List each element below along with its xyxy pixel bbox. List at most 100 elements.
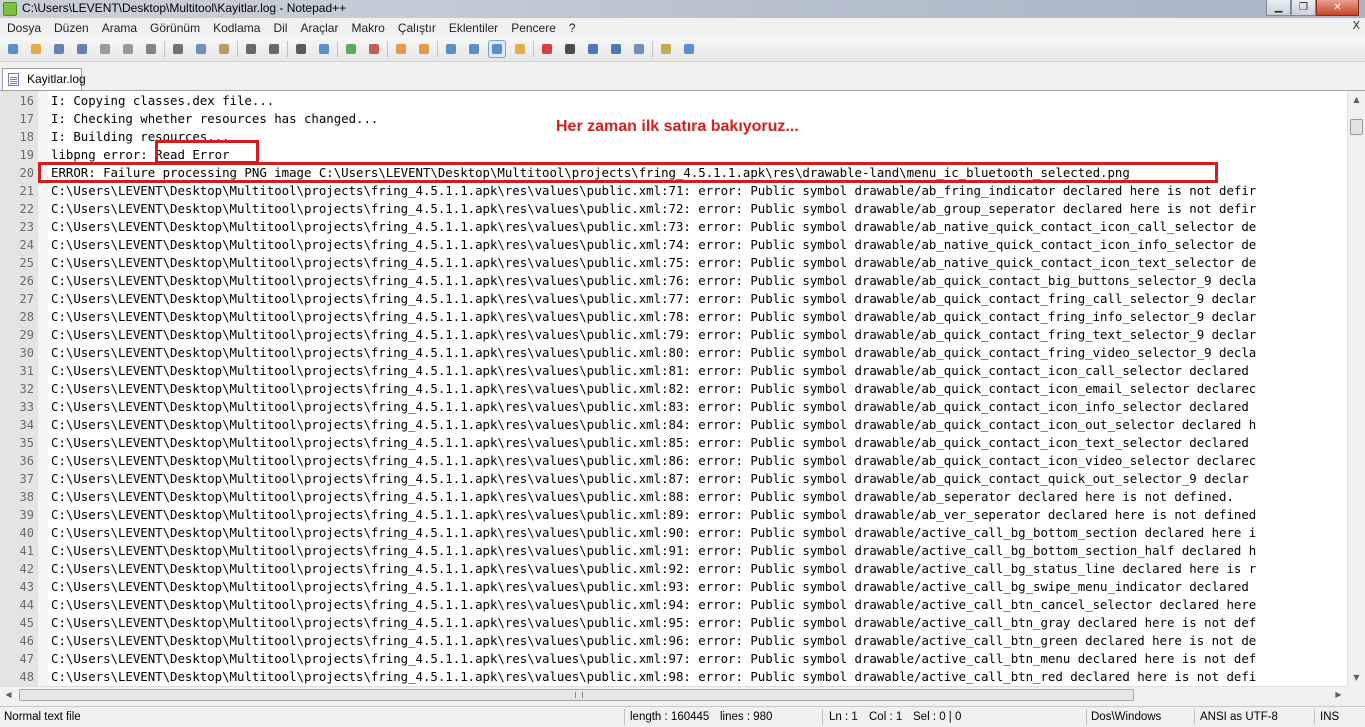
- status-separator: [624, 709, 625, 725]
- menu-item[interactable]: Düzen: [47, 21, 95, 35]
- menu-item[interactable]: Dosya: [0, 21, 47, 35]
- scroll-right-icon[interactable]: ▶: [1330, 687, 1347, 703]
- copy-icon[interactable]: [193, 41, 209, 57]
- record-macro-icon[interactable]: [539, 41, 555, 57]
- scroll-up-icon[interactable]: ▲: [1348, 91, 1365, 108]
- line-text: C:\Users\LEVENT\Desktop\Multitool\projec…: [51, 633, 1257, 648]
- open-file-icon[interactable]: [28, 41, 44, 57]
- menu-item[interactable]: Araçlar: [293, 21, 344, 35]
- title-bar[interactable]: C:\Users\LEVENT\Desktop\Multitool\Kayitl…: [0, 0, 1365, 18]
- toolbar-separator: [437, 41, 438, 57]
- scroll-down-icon[interactable]: ▼: [1348, 669, 1365, 686]
- editor-area[interactable]: 16 I: Copying classes.dex file... 17 I: Che…: [0, 91, 1347, 686]
- line-number: 42: [19, 562, 34, 576]
- new-file-glyph: [8, 44, 18, 54]
- line-text: C:\Users\LEVENT\Desktop\Multitool\projec…: [51, 471, 1249, 486]
- cut-icon[interactable]: [170, 41, 186, 57]
- line-number: 25: [19, 256, 34, 270]
- indent-guide-icon[interactable]: [488, 40, 506, 58]
- tab-kayitlar-log[interactable]: Kayitlar.log: [2, 68, 86, 90]
- menu-item[interactable]: ?: [562, 21, 582, 35]
- zoom-out-icon[interactable]: [366, 41, 382, 57]
- line-number: 40: [19, 526, 34, 540]
- play-macro-icon[interactable]: [585, 41, 601, 57]
- show-all-chars-icon[interactable]: [466, 41, 482, 57]
- stop-record-icon[interactable]: [562, 41, 578, 57]
- new-file-icon[interactable]: [5, 41, 21, 57]
- scroll-grip-icon: [575, 692, 583, 698]
- line-text: C:\Users\LEVENT\Desktop\Multitool\projec…: [51, 237, 1257, 252]
- horizontal-scrollbar[interactable]: ◀ ▶: [0, 686, 1347, 703]
- word-wrap-icon[interactable]: [443, 41, 459, 57]
- line-number: 28: [19, 310, 34, 324]
- menu-item[interactable]: Görünüm: [143, 21, 206, 35]
- line-text: C:\Users\LEVENT\Desktop\Multitool\projec…: [51, 255, 1257, 270]
- close-all-icon[interactable]: [120, 41, 136, 57]
- status-encoding[interactable]: ANSI as UTF-8: [1200, 711, 1278, 723]
- print-icon[interactable]: [143, 41, 159, 57]
- find-icon[interactable]: [293, 41, 309, 57]
- paste-icon[interactable]: [216, 41, 232, 57]
- menu-item[interactable]: Dil: [266, 21, 293, 35]
- minimize-button[interactable]: ▁: [1266, 0, 1291, 16]
- launch-browser-icon[interactable]: [658, 41, 674, 57]
- vertical-scroll-thumb[interactable]: [1350, 119, 1363, 135]
- zoom-in-icon[interactable]: [343, 41, 359, 57]
- vertical-scrollbar[interactable]: ▲ ▼: [1347, 91, 1365, 686]
- save-all-glyph: [77, 44, 87, 54]
- close-file-glyph: [100, 44, 110, 54]
- sync-horizontal-icon[interactable]: [416, 41, 432, 57]
- play-multiple-icon[interactable]: [608, 41, 624, 57]
- record-macro-glyph: [542, 44, 552, 54]
- sync-horizontal-glyph: [419, 44, 429, 54]
- status-separator: [1314, 709, 1315, 725]
- menu-item[interactable]: Eklentiler: [442, 21, 504, 35]
- line-text: C:\Users\LEVENT\Desktop\Multitool\projec…: [51, 453, 1257, 468]
- status-insert-mode[interactable]: INS: [1320, 711, 1339, 723]
- close-document-icon[interactable]: X: [1352, 19, 1360, 32]
- horizontal-scroll-thumb[interactable]: [19, 689, 1134, 701]
- user-lang-icon[interactable]: [512, 41, 528, 57]
- close-all-glyph: [123, 44, 133, 54]
- line-number: 20: [19, 166, 34, 180]
- user-lang-glyph: [515, 44, 525, 54]
- line-text: I: Checking whether resources has change…: [51, 111, 379, 126]
- close-file-icon[interactable]: [97, 41, 113, 57]
- scroll-left-icon[interactable]: ◀: [0, 687, 17, 703]
- maximize-button[interactable]: ❐: [1291, 0, 1316, 16]
- stop-record-glyph: [565, 44, 575, 54]
- menu-item[interactable]: Makro: [344, 21, 390, 35]
- line-number: 45: [19, 616, 34, 630]
- line-text: I: Copying classes.dex file...: [51, 93, 275, 108]
- close-button[interactable]: ✕: [1316, 0, 1359, 16]
- notepad-plus-plus-icon: [3, 2, 17, 16]
- spell-check-icon[interactable]: [681, 41, 697, 57]
- redo-glyph: [269, 44, 279, 54]
- line-text: C:\Users\LEVENT\Desktop\Multitool\projec…: [51, 219, 1257, 234]
- line-text: C:\Users\LEVENT\Desktop\Multitool\projec…: [51, 669, 1257, 684]
- replace-icon[interactable]: [316, 41, 332, 57]
- replace-glyph: [319, 44, 329, 54]
- save-macro-icon[interactable]: [631, 41, 647, 57]
- toolbar-separator: [533, 41, 534, 57]
- save-all-icon[interactable]: [74, 41, 90, 57]
- status-col: Col : 1: [869, 711, 903, 723]
- menu-item[interactable]: Kodlama: [206, 21, 266, 35]
- zoom-in-glyph: [346, 44, 356, 54]
- undo-icon[interactable]: [243, 41, 259, 57]
- menu-item[interactable]: Çalıştır: [391, 21, 442, 35]
- menu-item[interactable]: Arama: [95, 21, 143, 35]
- line-text: C:\Users\LEVENT\Desktop\Multitool\projec…: [51, 345, 1257, 360]
- status-separator: [1086, 709, 1087, 725]
- save-icon[interactable]: [51, 41, 67, 57]
- find-glyph: [296, 44, 306, 54]
- status-eol[interactable]: Dos\Windows: [1091, 711, 1161, 723]
- menu-item[interactable]: Pencere: [504, 21, 562, 35]
- line-text: C:\Users\LEVENT\Desktop\Multitool\projec…: [51, 183, 1257, 198]
- word-wrap-glyph: [446, 44, 456, 54]
- line-text: C:\Users\LEVENT\Desktop\Multitool\projec…: [51, 417, 1257, 432]
- sync-vertical-icon[interactable]: [393, 41, 409, 57]
- line-text: C:\Users\LEVENT\Desktop\Multitool\projec…: [51, 579, 1249, 594]
- toolbar: [0, 37, 1365, 62]
- redo-icon[interactable]: [266, 41, 282, 57]
